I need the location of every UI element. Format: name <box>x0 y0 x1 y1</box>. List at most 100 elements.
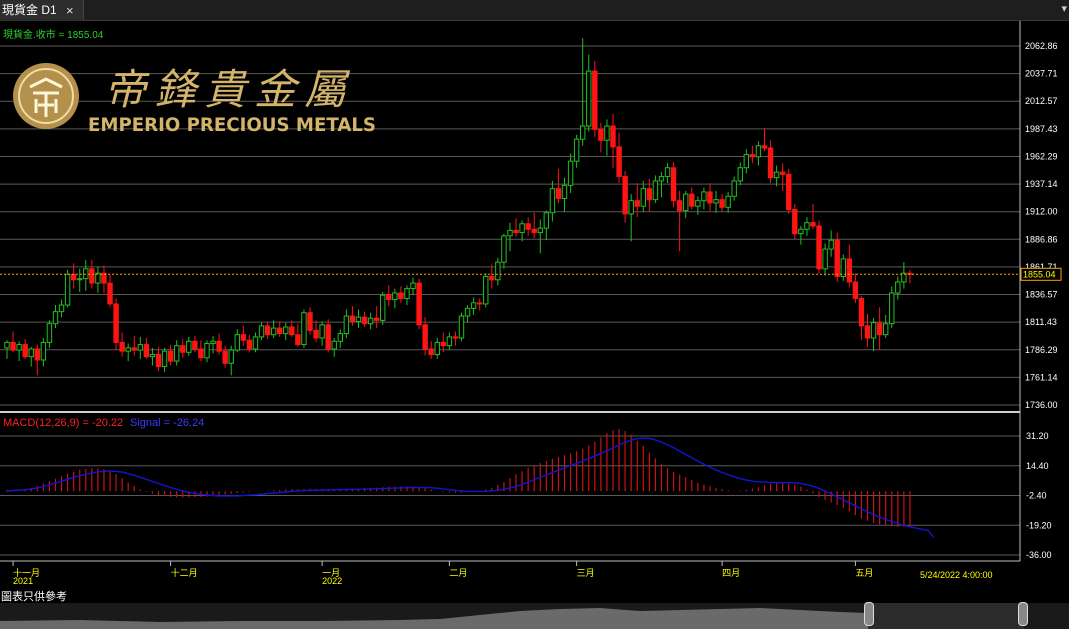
macd-tick-label: 14.40 <box>1026 461 1049 471</box>
candle-body <box>398 292 404 299</box>
candle-body <box>240 334 247 341</box>
candle-body <box>58 304 65 313</box>
navigator-right-handle[interactable] <box>1018 602 1028 626</box>
candle-body <box>852 281 859 299</box>
close-icon[interactable]: × <box>66 0 74 21</box>
candle-body <box>113 303 119 343</box>
candle-body <box>10 341 16 351</box>
candle-body <box>810 222 816 227</box>
candle-body <box>640 188 646 207</box>
candle-body <box>598 128 604 141</box>
price-tick-label: 1886.86 <box>1025 234 1058 244</box>
time-axis-label: 四月 <box>722 568 740 578</box>
candle-body <box>876 322 883 336</box>
navigator-window <box>868 603 1024 629</box>
candle-body <box>46 323 53 343</box>
candle-body <box>216 340 222 352</box>
candle-body <box>489 275 495 281</box>
candle-body <box>313 329 319 339</box>
candle-body <box>289 326 295 336</box>
candle-body <box>476 302 483 305</box>
navigator-left-handle[interactable] <box>864 602 874 626</box>
candle-body <box>895 281 901 294</box>
price-tick-label: 1736.00 <box>1025 400 1058 410</box>
candle-body <box>828 239 834 250</box>
candle-body <box>337 333 344 342</box>
candle-body <box>755 145 762 158</box>
candle-body <box>622 176 628 215</box>
candle-body <box>604 125 610 141</box>
candle-body <box>495 261 501 281</box>
candle-body <box>483 275 489 305</box>
candle-body <box>34 348 40 361</box>
candle-body <box>676 200 683 212</box>
candle-body <box>77 278 83 281</box>
candle-body <box>628 200 634 215</box>
candle-body <box>283 326 289 335</box>
candle-body <box>586 70 592 127</box>
candle-body <box>446 336 453 347</box>
candle-body <box>70 273 77 281</box>
candle-body <box>161 350 168 368</box>
candle-body <box>519 223 525 234</box>
candle-body <box>543 212 550 229</box>
time-axis-label: 五月 <box>855 568 873 578</box>
candle-body <box>361 316 368 325</box>
candle-body <box>743 154 750 169</box>
candle-body <box>870 322 877 339</box>
navigator-scrollbar[interactable] <box>0 603 1069 629</box>
candle-body <box>531 228 537 234</box>
candle-body <box>107 282 113 305</box>
candle-body <box>155 353 162 368</box>
candle-body <box>470 302 477 309</box>
candle-body <box>537 227 543 234</box>
time-axis-label: 三月 <box>577 568 595 578</box>
candle-body <box>222 350 228 364</box>
candle-body <box>525 223 531 230</box>
time-axis-label: 二月 <box>449 568 467 578</box>
brand-english-name: EMPERIO PRECIOUS METALS <box>88 114 376 136</box>
price-tick-label: 1786.29 <box>1025 345 1058 355</box>
candle-body <box>386 294 392 301</box>
candle-body <box>252 336 259 350</box>
chart-canvas[interactable]: 2062.86 2037.71 2012.57 1987.43 1962.29 1937.… <box>0 21 1069 603</box>
candle-body <box>779 171 786 175</box>
candle-body <box>580 125 586 140</box>
price-readout: 現貨金.收市 = 1855.04 <box>3 28 104 41</box>
candle-body <box>307 312 313 331</box>
macd-panel <box>6 429 935 539</box>
signal-readout: Signal = -26.24 <box>130 417 204 429</box>
time-axis-label: 2022 <box>322 576 342 586</box>
price-tick-label: 1962.29 <box>1025 151 1058 161</box>
tab-menu-icon[interactable]: ▾ <box>1061 2 1067 15</box>
price-tick-label: 2012.57 <box>1025 96 1058 106</box>
candle-body <box>258 325 265 338</box>
candle-body <box>549 188 556 214</box>
macd-tick-label: -2.40 <box>1026 491 1047 501</box>
candle-body <box>773 171 780 179</box>
candle-body <box>731 180 737 197</box>
candle-body <box>319 324 325 339</box>
price-tick-label: 1761.14 <box>1025 372 1058 382</box>
navigator-overview-line <box>0 608 868 629</box>
candle-body <box>610 125 616 148</box>
brand-logo: 帝鋒貴金屬 EMPERIO PRECIOUS METALS <box>13 63 376 136</box>
candle-body <box>689 193 695 207</box>
candle-body <box>40 341 47 361</box>
candle-body <box>725 195 731 208</box>
candle-body <box>277 327 283 335</box>
tab-bar: 現貨金 D1 × ▾ <box>0 0 1069 21</box>
candle-body <box>422 324 428 350</box>
candle-body <box>658 176 665 182</box>
candle-body <box>301 312 307 346</box>
candle-body <box>264 325 271 336</box>
candle-body <box>889 292 895 325</box>
macd-tick-label: 31.20 <box>1026 431 1049 441</box>
candle-body <box>804 222 810 230</box>
candle-body <box>210 340 216 344</box>
candle-body <box>592 70 598 130</box>
candle-body <box>349 315 356 323</box>
chart-tab[interactable]: 現貨金 D1 × <box>0 0 84 21</box>
candle-body <box>343 315 350 335</box>
macd-tick-label: -36.00 <box>1026 550 1052 560</box>
